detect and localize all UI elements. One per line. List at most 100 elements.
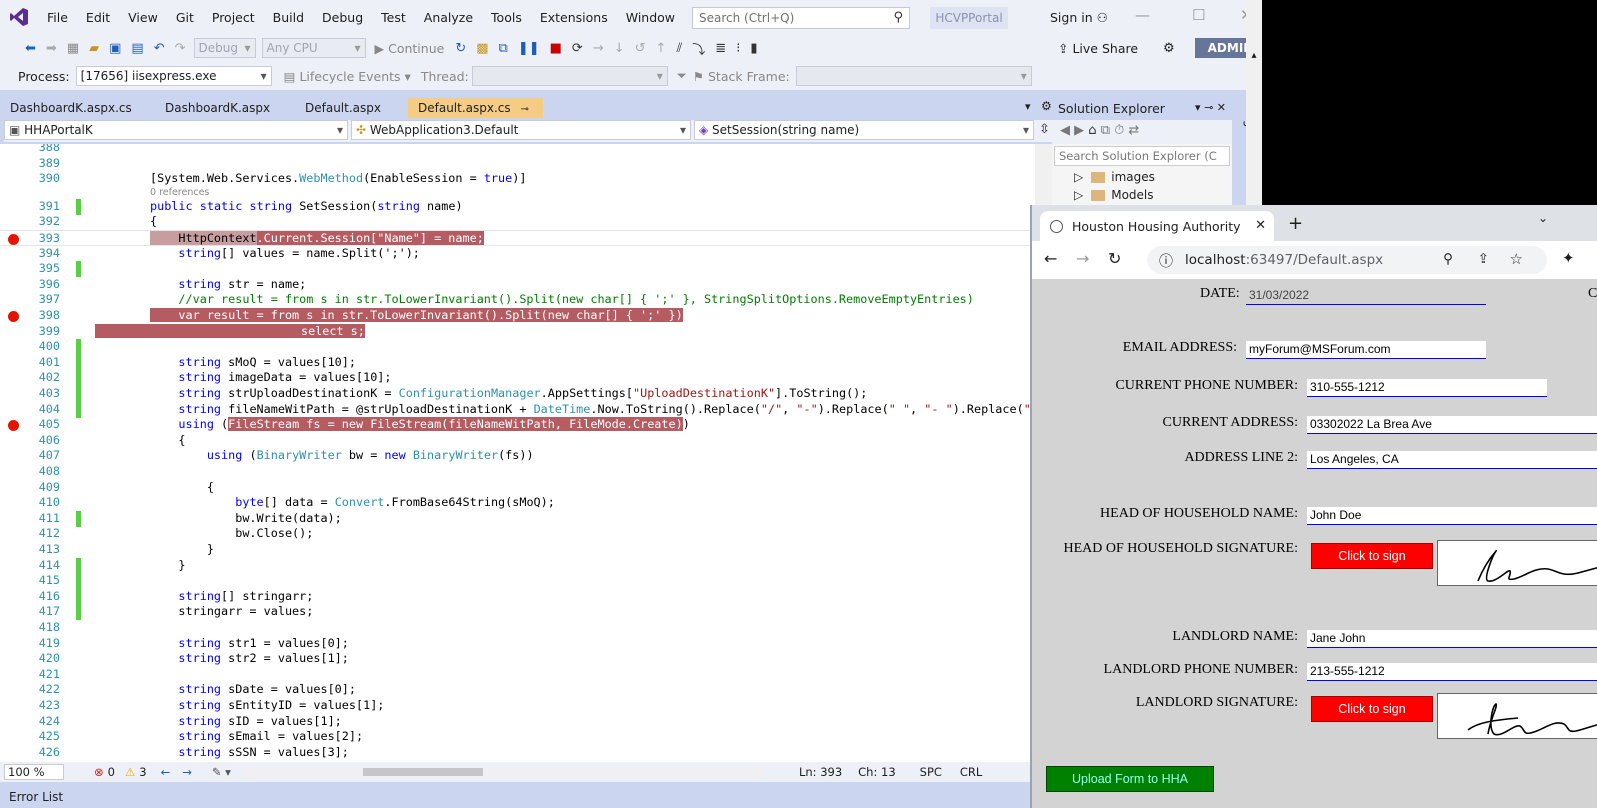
tab-dashboardk-aspx[interactable]: DashboardK.aspx <box>155 98 295 118</box>
code-line[interactable]: 388 <box>0 144 1035 156</box>
extensions-icon[interactable]: ✦ <box>1562 249 1575 267</box>
phone-field[interactable]: 310-555-1212 <box>1307 379 1547 397</box>
menu-extensions[interactable]: Extensions <box>531 10 617 25</box>
tab-settings-icon[interactable]: ⚙ <box>1041 99 1052 113</box>
thread-select[interactable] <box>471 66 668 86</box>
refresh-icon[interactable]: ↻ <box>455 41 466 56</box>
code-line[interactable]: 418 <box>0 620 1035 636</box>
stop-icon[interactable]: ■ <box>550 41 562 56</box>
open-folder-icon[interactable]: ▰ <box>89 41 99 56</box>
live-share-button[interactable]: ⇪ Live Share <box>1058 41 1138 56</box>
code-line[interactable]: 408 <box>0 464 1035 480</box>
member-select[interactable]: ◈ SetSession(string name) <box>694 120 1034 140</box>
hot-reload-icon[interactable]: ⫽ <box>676 41 682 56</box>
menu-file[interactable]: File <box>38 10 77 25</box>
code-line[interactable]: 412 bw.Close(); <box>0 526 1035 542</box>
pin-icon[interactable]: ⊸ <box>520 104 528 115</box>
vs-search-input[interactable]: Search (Ctrl+Q) ⚲ <box>692 7 910 29</box>
vs-switch-icon[interactable]: ⧉ <box>1101 123 1110 138</box>
expand-icon[interactable]: ▷ <box>1074 170 1083 184</box>
back-icon[interactable]: ← <box>1044 249 1057 268</box>
code-line[interactable]: 415 <box>0 573 1035 590</box>
code-line[interactable]: 393 HttpContext.Current.Session["Name"] … <box>0 230 1035 246</box>
lifecycle-events-button[interactable]: ▤ Lifecycle Events ▾ <box>284 69 411 84</box>
code-line[interactable]: 399 select s; <box>0 323 1035 340</box>
close-tab-icon[interactable]: ✕ <box>1255 218 1266 233</box>
code-line[interactable]: 424 string sID = values[1]; <box>0 714 1035 730</box>
code-line[interactable]: 394 string[] values = name.Split(';'); <box>0 246 1035 262</box>
menu-debug[interactable]: Debug <box>313 10 372 25</box>
menu-view[interactable]: View <box>119 10 167 25</box>
reload-icon[interactable]: ↻ <box>1108 249 1121 268</box>
step-into-icon[interactable]: ↓ <box>614 41 625 56</box>
platform-select[interactable]: Any CPU <box>261 38 366 58</box>
code-line[interactable]: 395 <box>0 261 1035 278</box>
code-line[interactable]: 413 } <box>0 542 1035 558</box>
tab-search-icon[interactable]: ⌄ <box>1538 211 1548 225</box>
project-select[interactable]: ▣ HHAPortalK <box>4 120 348 140</box>
upload-form-button[interactable]: Upload Form to HHA <box>1046 766 1214 792</box>
code-line[interactable]: 396 string str = name; <box>0 277 1035 293</box>
hoh-sign-button[interactable]: Click to sign <box>1311 543 1433 569</box>
back-icon[interactable]: ⬅ <box>25 41 36 56</box>
browser-tab[interactable]: Houston Housing Authority ✕ <box>1040 211 1274 241</box>
continue-button[interactable]: ▶ Continue <box>375 41 445 56</box>
menu-git[interactable]: Git <box>167 10 203 25</box>
new-tab-icon[interactable]: + <box>1288 213 1303 234</box>
indent-icon[interactable]: ≣ <box>715 41 726 56</box>
code-line[interactable]: 398 var result = from s in str.ToLowerIn… <box>0 308 1035 324</box>
tree-item-images[interactable]: ▷ images <box>1052 168 1232 186</box>
code-line[interactable]: 422 string sDate = values[0]; <box>0 682 1035 698</box>
save-all-icon[interactable]: ▤ <box>131 41 143 56</box>
code-line[interactable]: 419 string str1 = values[0]; <box>0 636 1035 652</box>
site-info-icon[interactable]: ⓘ <box>1159 251 1173 271</box>
history-icon[interactable]: ⏱ <box>1114 123 1124 138</box>
sync-icon[interactable]: ⇄ <box>1128 123 1139 138</box>
se-back-icon[interactable]: ◀ <box>1060 123 1070 138</box>
maximize-icon[interactable]: ☐ <box>1192 6 1205 24</box>
feedback-icon[interactable]: ⚙ <box>1163 41 1175 56</box>
codelens-references[interactable]: 0 references <box>0 187 1035 199</box>
code-line[interactable]: 391 public static string SetSession(strin… <box>0 198 1035 215</box>
tab-overflow-icon[interactable]: ▾ <box>1025 100 1031 113</box>
landlord-name-field[interactable]: Jane John <box>1307 630 1597 648</box>
tab-default-aspx-cs[interactable]: Default.aspx.cs ⊸ ✕ <box>408 98 543 137</box>
filter-icon[interactable]: ⏷ <box>677 68 687 84</box>
panel-controls-icon[interactable]: ▾ ⊸ ✕ <box>1195 101 1226 114</box>
hoh-name-field[interactable]: John Doe <box>1307 507 1597 525</box>
menu-analyze[interactable]: Analyze <box>415 10 482 25</box>
code-line[interactable]: 390 [System.Web.Services.WebMethod(Enable… <box>0 171 1035 187</box>
email-field[interactable]: myForum@MSForum.com <box>1246 341 1486 359</box>
landlord-phone-field[interactable]: 213-555-1212 <box>1307 663 1597 681</box>
nav-forward-icon[interactable]: → <box>182 765 192 779</box>
code-line[interactable]: 426 string sSSN = values[3]; <box>0 745 1035 761</box>
menu-build[interactable]: Build <box>264 10 313 25</box>
tab-dashboardk-aspx-cs[interactable]: DashboardK.aspx.cs <box>0 98 155 118</box>
code-line[interactable]: 404 string fileNameWitPath = @strUploadD… <box>0 401 1035 418</box>
code-line[interactable]: 417 stringarr = values; <box>0 604 1035 621</box>
format-icon[interactable]: ⤵ <box>692 39 705 58</box>
address-field[interactable]: 03302022 La Brea Ave <box>1307 416 1597 434</box>
code-line[interactable]: 402 string imageData = values[10]; <box>0 370 1035 387</box>
url-input[interactable]: ⓘ localhost:63497/Default.aspx ⚲ ⇪ ☆ <box>1147 246 1547 274</box>
se-forward-icon[interactable]: ▶ <box>1074 123 1084 138</box>
bookmark-star-icon[interactable]: ☆ <box>1510 250 1523 268</box>
nav-back-icon[interactable]: ← <box>161 765 171 779</box>
horizontal-scrollbar[interactable] <box>242 768 763 776</box>
menu-test[interactable]: Test <box>372 10 415 25</box>
code-line[interactable]: 392 { <box>0 214 1035 230</box>
tree-item-models[interactable]: ▷ Models <box>1052 186 1232 204</box>
tab-default-aspx[interactable]: Default.aspx <box>295 98 408 118</box>
code-line[interactable]: 406 { <box>0 433 1035 449</box>
vs-logo-icon[interactable] <box>0 0 38 34</box>
error-list-panel-title[interactable]: Error List <box>0 786 1040 808</box>
code-line[interactable]: 421 <box>0 667 1035 683</box>
class-select[interactable]: ✣ WebApplication3.Default <box>351 120 691 140</box>
code-line[interactable]: 425 string sEmail = values[2]; <box>0 729 1035 745</box>
forward-icon[interactable]: → <box>1076 249 1089 268</box>
zoom-icon[interactable]: ⚲ <box>1443 251 1453 267</box>
expand-icon[interactable]: ▷ <box>1074 188 1083 202</box>
scroll-up-icon[interactable]: ▴ <box>1246 50 1262 61</box>
bookmark-icon[interactable]: ▮ <box>750 41 757 56</box>
step-over-icon[interactable]: → <box>593 41 604 56</box>
